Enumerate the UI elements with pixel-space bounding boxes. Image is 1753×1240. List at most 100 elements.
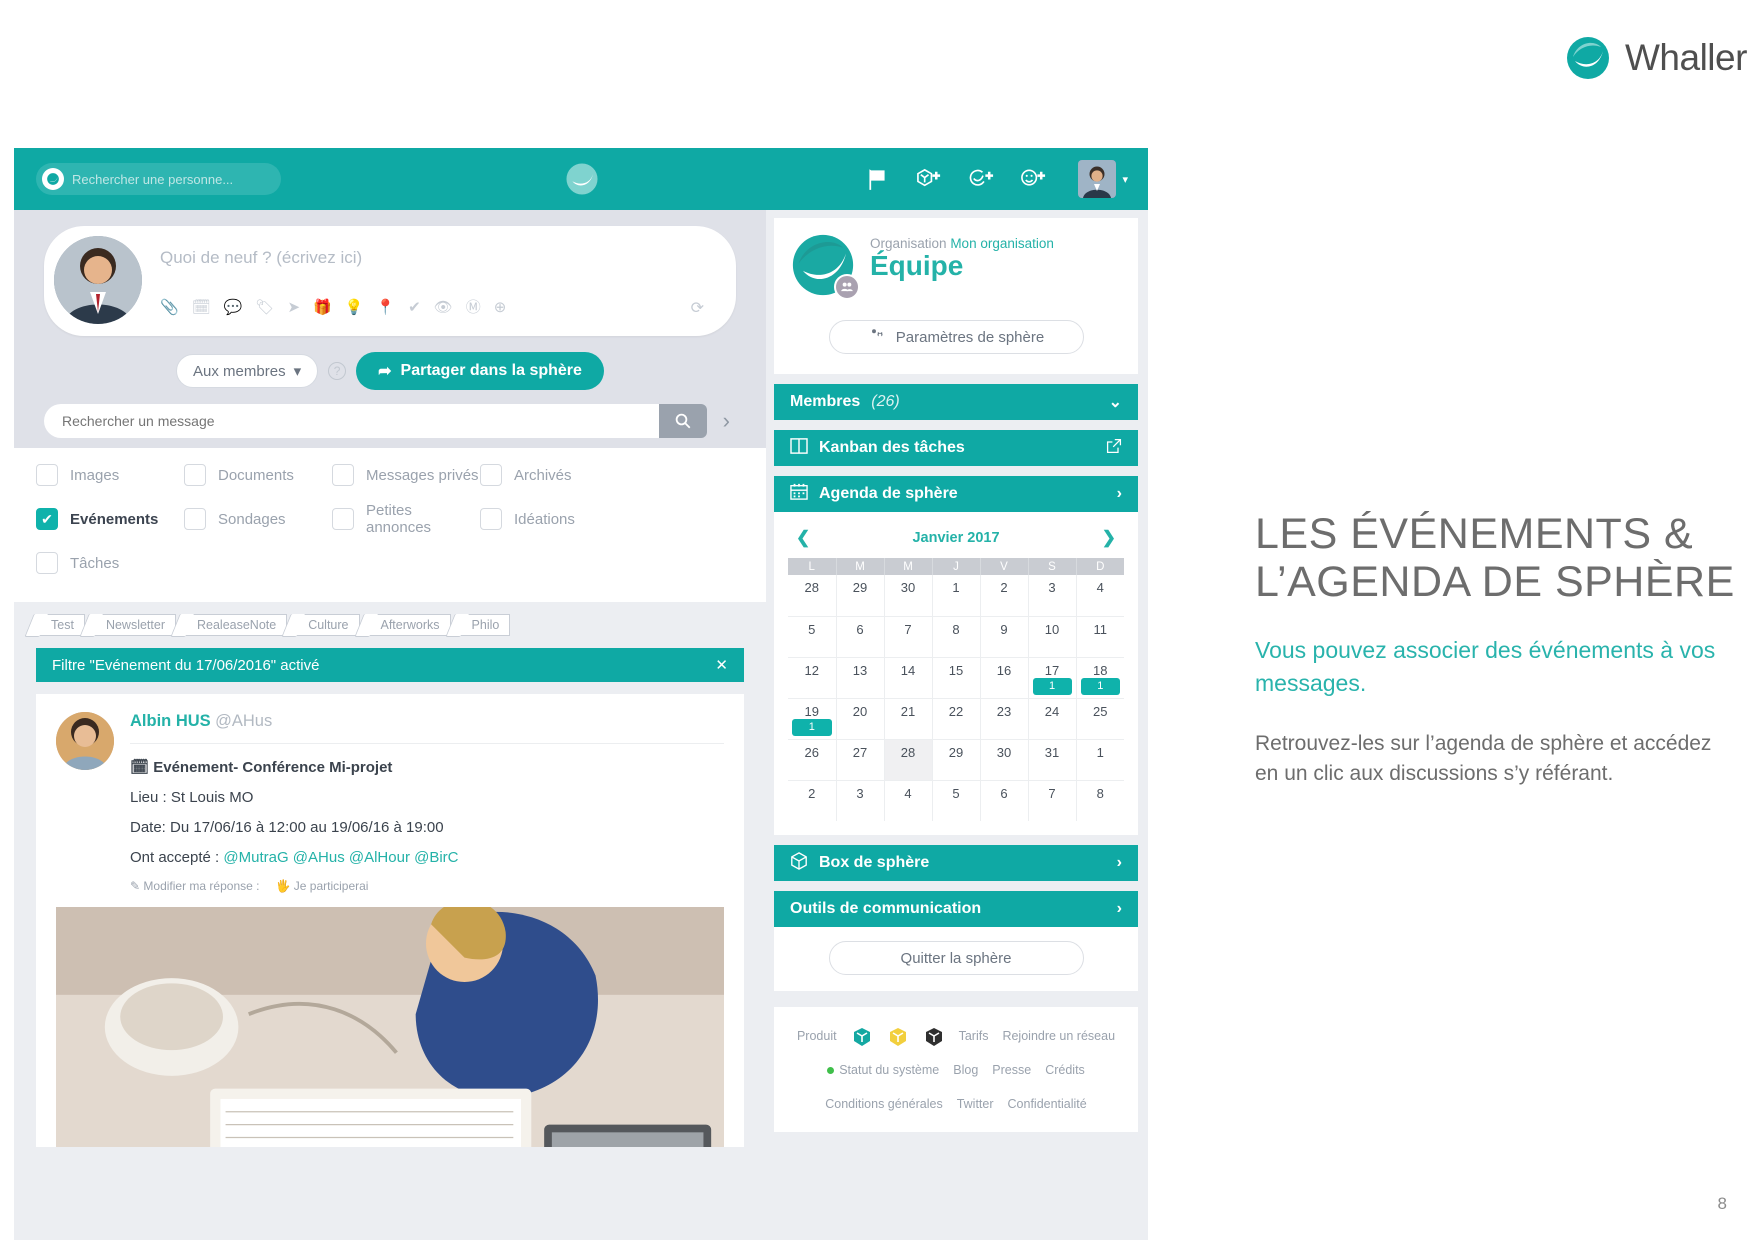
sidebar-item-outils[interactable]: Outils de communication ›: [774, 891, 1138, 927]
tag-chip[interactable]: Philo: [456, 614, 511, 636]
chevron-right-icon[interactable]: ›: [1117, 854, 1122, 872]
composer[interactable]: Quoi de neuf ? (écrivez ici) 📎 🗓 💬 🏷 ➤ 🎁…: [44, 226, 736, 336]
calendar-day-cell[interactable]: 31: [1028, 739, 1077, 781]
tag-icon[interactable]: 🏷: [255, 298, 274, 316]
appbar-logo-icon[interactable]: [565, 162, 599, 196]
calendar-day-cell[interactable]: 15: [932, 657, 981, 699]
calendar-day-cell[interactable]: 16: [980, 657, 1029, 699]
tag-chip[interactable]: Newsletter: [90, 614, 176, 636]
plus-circle-icon[interactable]: ⊕: [494, 298, 507, 316]
calendar-day-cell[interactable]: 9: [980, 616, 1029, 658]
calendar-day-cell[interactable]: 7: [1028, 780, 1077, 821]
black-cube-icon[interactable]: [923, 1026, 945, 1048]
calendar-event-badge[interactable]: 1: [1080, 677, 1120, 695]
help-icon[interactable]: ?: [328, 362, 347, 380]
footer-link-credits[interactable]: Crédits: [1045, 1059, 1085, 1083]
checkbox[interactable]: [36, 464, 58, 486]
calendar-day-cell[interactable]: 11: [1076, 616, 1124, 658]
calendar-day-cell[interactable]: 6: [836, 616, 885, 658]
calendar-day-cell[interactable]: 26: [788, 739, 837, 781]
calendar-event-badge[interactable]: 1: [792, 718, 832, 736]
footer-link-produit[interactable]: Produit: [797, 1025, 837, 1049]
calendar-day-cell[interactable]: 2: [788, 780, 837, 821]
calendar-day-cell[interactable]: 7: [884, 616, 933, 658]
chevron-right-icon[interactable]: ❯: [1102, 528, 1116, 548]
footer-link-presse[interactable]: Presse: [992, 1059, 1031, 1083]
calendar-day-cell[interactable]: 13: [836, 657, 885, 699]
eye-icon[interactable]: 👁: [434, 298, 453, 316]
create-circle-icon[interactable]: [966, 164, 996, 194]
sphere-settings-button[interactable]: Paramètres de sphère: [828, 320, 1084, 354]
refresh-icon[interactable]: ⟳: [691, 298, 704, 318]
sidebar-item-box[interactable]: Box de sphère ›: [774, 845, 1138, 881]
calendar-day-cell[interactable]: 5: [788, 616, 837, 658]
filter-archives[interactable]: Archivés: [480, 464, 628, 486]
calendar-event-badge[interactable]: 1: [1032, 677, 1072, 695]
calendar-day-cell[interactable]: 4: [1076, 575, 1124, 617]
calendar-day-cell[interactable]: 3: [1028, 575, 1077, 617]
search-icon[interactable]: [658, 404, 707, 438]
chevron-right-icon[interactable]: ›: [1117, 485, 1122, 503]
calendar-day-cell[interactable]: 29: [836, 575, 885, 617]
create-sphere-icon[interactable]: [914, 164, 944, 194]
sidebar-item-membres[interactable]: Membres (26) ⌄: [774, 384, 1138, 420]
filter-images[interactable]: Images: [36, 464, 184, 486]
tag-chip[interactable]: Afterworks: [365, 614, 451, 636]
quit-sphere-button[interactable]: Quitter la sphère: [828, 941, 1084, 975]
avatar[interactable]: [1078, 160, 1117, 198]
calendar-day-cell[interactable]: 25: [1076, 698, 1124, 740]
filter-ideations[interactable]: Idéations: [480, 502, 628, 536]
sidebar-item-kanban[interactable]: Kanban des tâches: [774, 430, 1138, 466]
teal-cube-icon[interactable]: [851, 1026, 873, 1048]
footer-link-statut[interactable]: Statut du système: [827, 1059, 939, 1083]
checkbox[interactable]: [480, 464, 502, 486]
participate-action[interactable]: 🖐 Je participerai: [275, 879, 368, 893]
chevron-down-icon[interactable]: ⌄: [1109, 392, 1122, 412]
checkbox[interactable]: ✔: [36, 508, 58, 530]
tag-chip[interactable]: Culture: [293, 614, 360, 636]
calendar-day-cell[interactable]: 23: [980, 698, 1029, 740]
calendar-day-cell[interactable]: 1: [932, 575, 981, 617]
checkbox[interactable]: [184, 508, 206, 530]
chevron-right-icon[interactable]: ›: [717, 408, 736, 434]
filter-documents[interactable]: Documents: [184, 464, 332, 486]
footer-link-blog[interactable]: Blog: [953, 1059, 978, 1083]
calendar-day-cell[interactable]: 2: [980, 575, 1029, 617]
audience-selector[interactable]: Aux membres ▾: [176, 354, 319, 388]
calendar-day-cell[interactable]: 21: [884, 698, 933, 740]
post-image[interactable]: [36, 907, 744, 1147]
calendar-day-cell[interactable]: 20: [836, 698, 885, 740]
post-author-handle[interactable]: @AHus: [215, 712, 272, 730]
calendar-day-cell[interactable]: 30: [884, 575, 933, 617]
modify-response[interactable]: ✎ Modifier ma réponse :: [130, 879, 259, 893]
calendar-day-cell[interactable]: 6: [980, 780, 1029, 821]
composer-input-area[interactable]: Quoi de neuf ? (écrivez ici) 📎 🗓 💬 🏷 ➤ 🎁…: [142, 234, 726, 317]
checkbox[interactable]: [332, 464, 354, 486]
calendar-day-cell[interactable]: 12: [788, 657, 837, 699]
footer-link-rejoindre[interactable]: Rejoindre un réseau: [1002, 1025, 1115, 1049]
calendar-day-cell[interactable]: 24: [1028, 698, 1077, 740]
footer-link-twitter[interactable]: Twitter: [957, 1093, 994, 1117]
checkbox[interactable]: [332, 508, 354, 530]
calendar-day-cell[interactable]: 19 1: [788, 698, 837, 740]
calendar-day-cell[interactable]: 28: [884, 739, 933, 781]
filter-taches[interactable]: Tâches: [36, 552, 184, 574]
checkbox[interactable]: [480, 508, 502, 530]
org-name[interactable]: Mon organisation: [950, 236, 1054, 251]
sidebar-item-agenda[interactable]: Agenda de sphère ›: [774, 476, 1138, 512]
location-icon[interactable]: 📍: [376, 298, 395, 316]
calendar-day-cell[interactable]: 14: [884, 657, 933, 699]
markdown-icon[interactable]: Ⓜ: [466, 296, 481, 317]
filter-messages-prives[interactable]: Messages privés: [332, 464, 480, 486]
post-avatar[interactable]: [56, 712, 114, 770]
calendar-day-cell[interactable]: 22: [932, 698, 981, 740]
filter-petites-annonces[interactable]: Petites annonces: [332, 502, 480, 536]
filter-evenements[interactable]: ✔ Evénements: [36, 502, 184, 536]
calendar-day-cell[interactable]: 17 1: [1028, 657, 1077, 699]
invite-person-icon[interactable]: [1018, 164, 1048, 194]
footer-link-confidentialite[interactable]: Confidentialité: [1008, 1093, 1087, 1117]
send-icon[interactable]: ➤: [287, 298, 300, 316]
tag-chip[interactable]: RealeaseNote: [181, 614, 288, 636]
checkbox[interactable]: [184, 464, 206, 486]
calendar-day-cell[interactable]: 30: [980, 739, 1029, 781]
